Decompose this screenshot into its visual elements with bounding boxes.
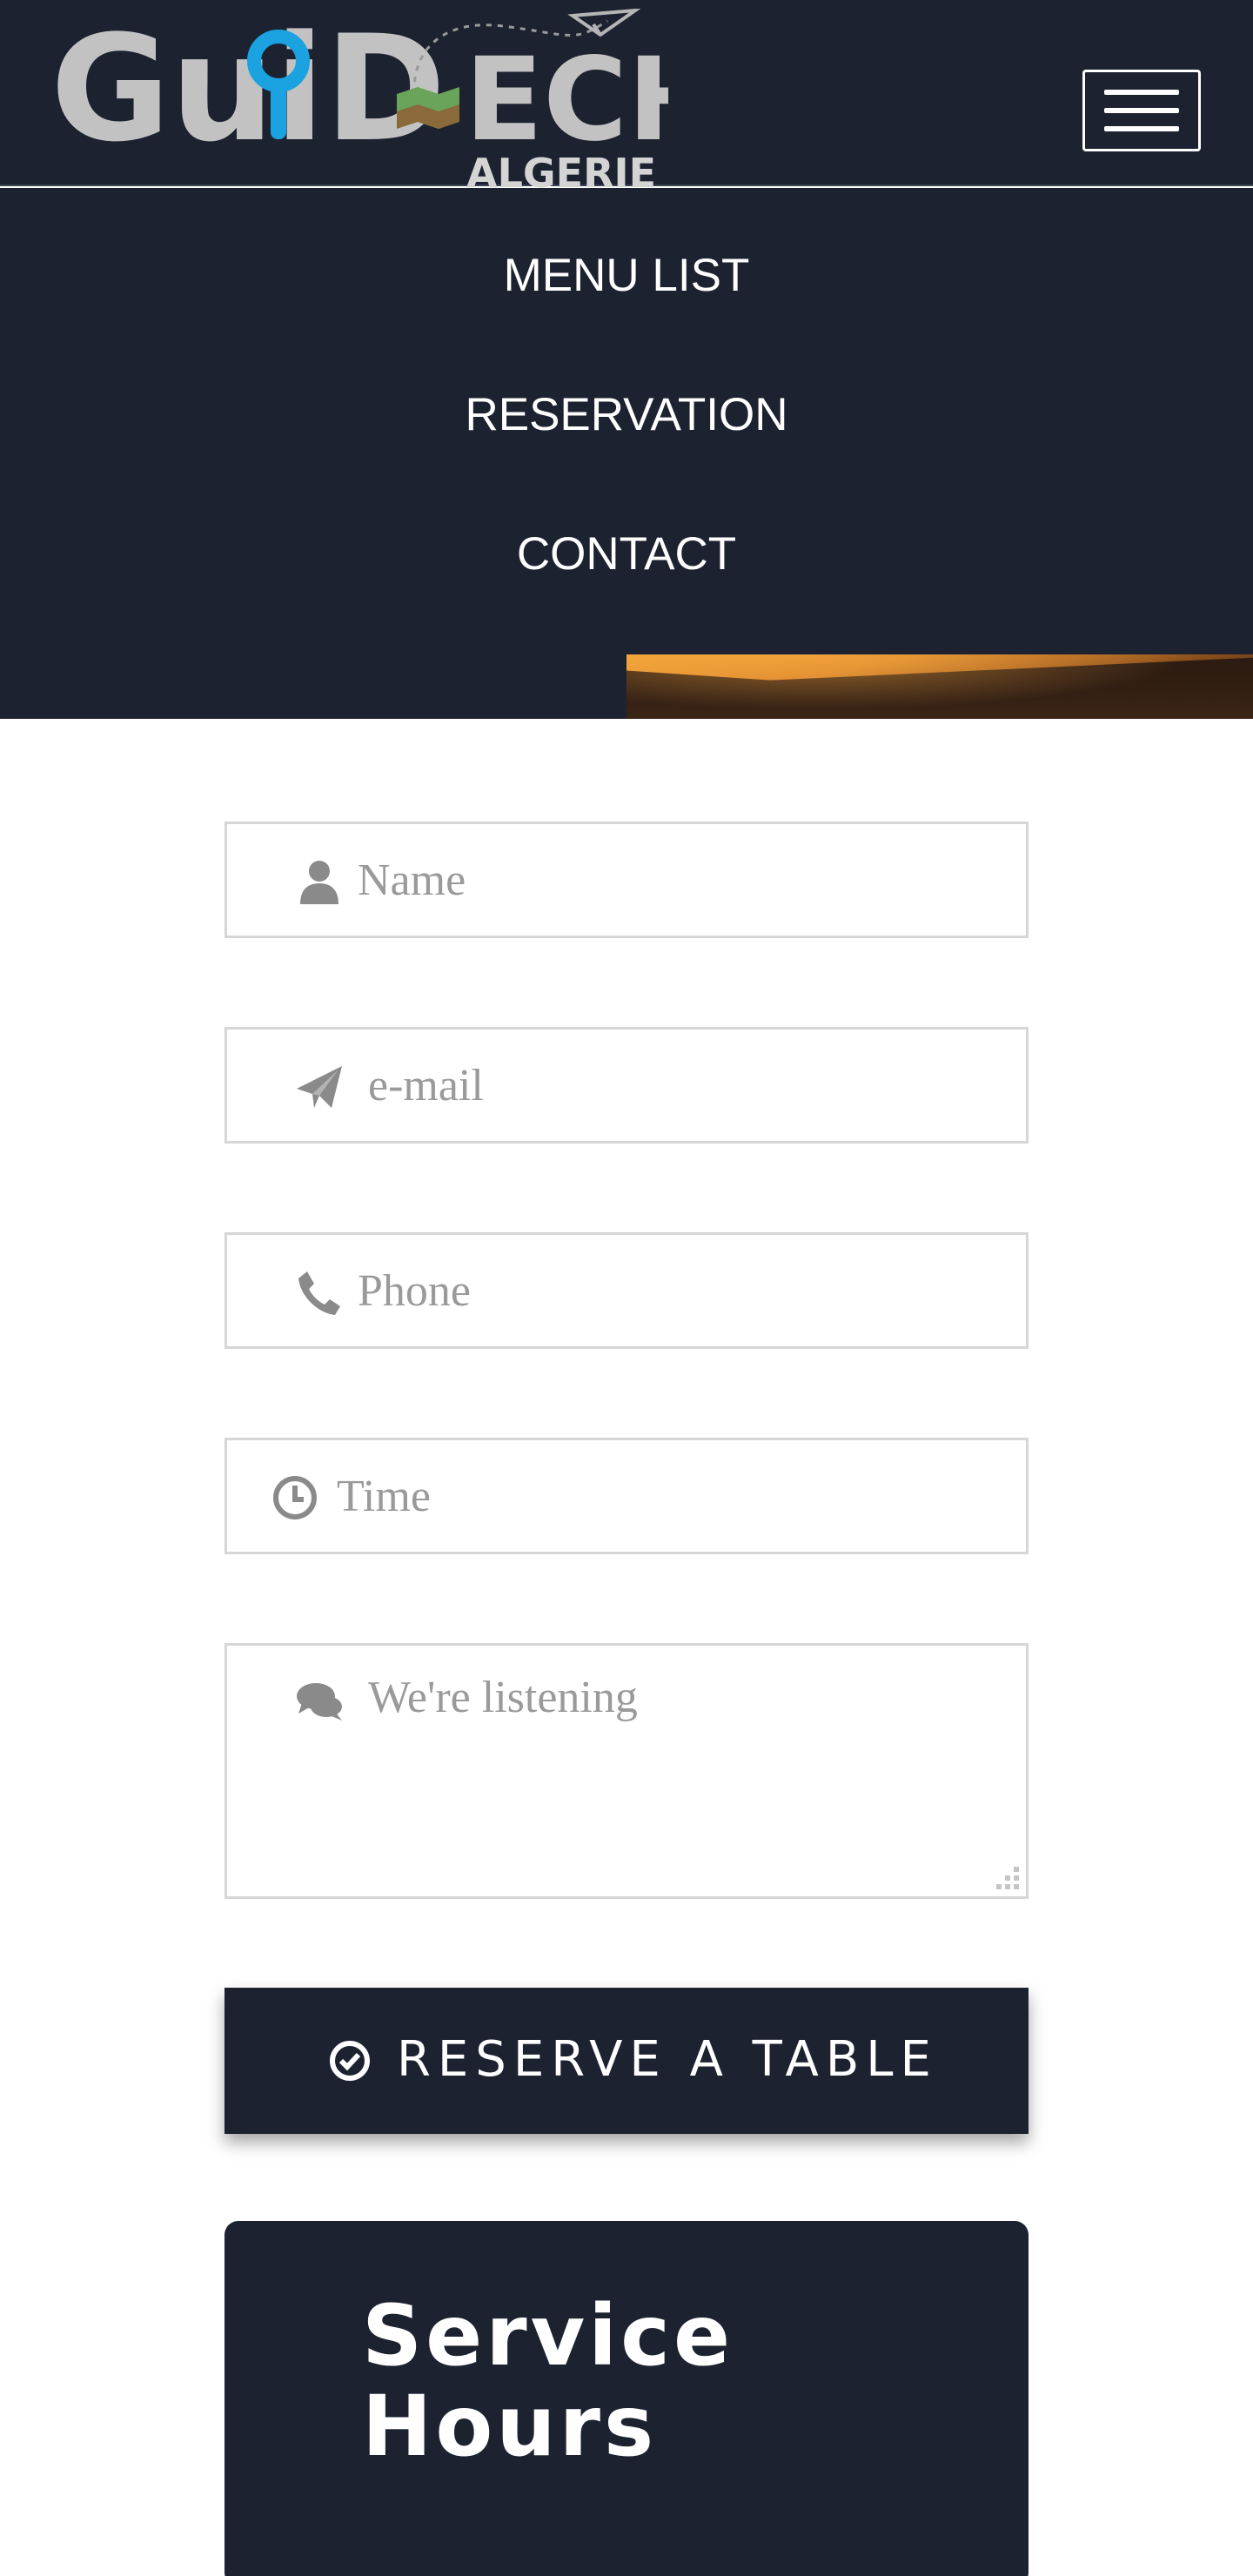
hamburger-line <box>1104 108 1179 113</box>
resize-grip-icon[interactable] <box>991 1862 1021 1891</box>
nav-item-menu-list[interactable]: MENU LIST <box>0 249 1253 302</box>
message-field[interactable] <box>224 1643 1029 1899</box>
logo-wordmark-end: ECH <box>465 33 668 167</box>
top-bar: GuiD ECH ALGERIE <box>0 0 1253 197</box>
time-field[interactable] <box>224 1438 1029 1554</box>
user-icon <box>295 857 344 906</box>
paper-plane-icon <box>567 9 641 37</box>
site-logo[interactable]: GuiD ECH ALGERIE <box>50 9 668 202</box>
clock-icon <box>271 1473 319 1522</box>
reserve-table-button[interactable]: RESERVE A TABLE <box>224 1988 1029 2134</box>
hamburger-icon[interactable] <box>1082 70 1201 151</box>
nav-item-contact[interactable]: CONTACT <box>0 527 1253 580</box>
comments-icon <box>295 1677 344 1726</box>
paper-plane-icon <box>295 1063 344 1111</box>
phone-input[interactable] <box>358 1235 1002 1346</box>
email-input[interactable] <box>368 1030 1003 1141</box>
name-input[interactable] <box>358 824 1002 936</box>
message-textarea[interactable] <box>368 1672 1003 1881</box>
nav-item-reservation[interactable]: RESERVATION <box>0 388 1253 441</box>
service-hours-title: Service Hours <box>362 2287 734 2475</box>
phone-field[interactable] <box>224 1232 1029 1349</box>
email-field[interactable] <box>224 1027 1029 1144</box>
hero-image-glow <box>626 654 1253 719</box>
service-hours-card: Service Hours <box>224 2221 1029 2576</box>
hero-image <box>626 654 1253 719</box>
time-input[interactable] <box>337 1440 998 1552</box>
name-field[interactable] <box>224 822 1029 938</box>
hamburger-line <box>1104 90 1179 95</box>
map-icon <box>397 87 459 129</box>
logo-wordmark: GuiD <box>50 9 446 174</box>
nav-menu: MENU LIST RESERVATION CONTACT <box>0 188 1253 654</box>
reserve-table-label: RESERVE A TABLE <box>397 2031 938 2088</box>
phone-icon <box>295 1268 344 1317</box>
hamburger-line <box>1104 126 1179 131</box>
check-circle-icon <box>329 2040 371 2082</box>
